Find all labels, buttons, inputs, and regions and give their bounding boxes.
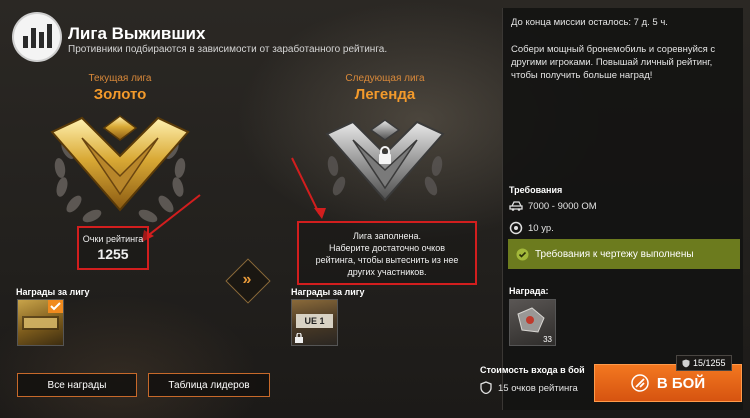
league-full-line: Лига заполнена. bbox=[352, 231, 422, 241]
all-rewards-button[interactable]: Все награды bbox=[17, 373, 137, 397]
requirements-title: Требования bbox=[509, 185, 563, 195]
vehicle-power-icon bbox=[509, 201, 523, 211]
lock-icon bbox=[295, 333, 303, 343]
blueprint-status-text: Требования к чертежу выполнены bbox=[535, 248, 694, 260]
league-full-line: других участников. bbox=[347, 267, 427, 277]
gold-league-emblem-icon bbox=[50, 115, 190, 223]
entry-cost-label: Стоимость входа в бой bbox=[480, 365, 585, 375]
next-league-name: Легенда bbox=[354, 86, 416, 103]
level-icon bbox=[509, 221, 523, 235]
league-full-line: рейтинга, чтобы вытеснить из нее bbox=[315, 255, 459, 265]
league-subtitle: Противники подбираются в зависимости от … bbox=[68, 44, 388, 55]
current-league-label: Текущая лига bbox=[88, 73, 152, 84]
current-reward-tile[interactable] bbox=[17, 299, 64, 346]
arrowhead-right-icon bbox=[314, 208, 326, 219]
league-title: Лига Выживших bbox=[68, 24, 206, 43]
rating-counter-badge: 15/1255 bbox=[676, 355, 732, 371]
battle-emblem-icon bbox=[631, 374, 649, 392]
reward-count: 33 bbox=[543, 335, 552, 344]
reward-label: Награда: bbox=[509, 286, 549, 296]
entry-cost-value: 15 очков рейтинга bbox=[498, 383, 578, 394]
rating-shield-icon bbox=[480, 381, 492, 394]
mission-time-left: До конца миссии осталось: 7 д. 5 ч. bbox=[511, 17, 668, 28]
current-league-name: Золото bbox=[93, 86, 147, 103]
requirement-level: 10 ур. bbox=[528, 223, 554, 234]
leaderboard-button[interactable]: Таблица лидеров bbox=[148, 373, 270, 397]
league-logo bbox=[14, 14, 60, 60]
counter-shield-icon bbox=[682, 359, 690, 367]
rating-label: Очки рейтинга bbox=[82, 234, 144, 244]
current-rewards-label: Награды за лигу bbox=[16, 287, 90, 297]
mission-description: Собери мощный бронемобиль и соревнуйся с… bbox=[511, 44, 716, 81]
mission-reward-tile[interactable]: 33 bbox=[509, 299, 556, 346]
requirement-power: 7000 - 9000 ОМ bbox=[528, 201, 597, 212]
blueprint-requirement-status: Требования к чертежу выполнены bbox=[508, 239, 740, 269]
next-rewards-label: Награды за лигу bbox=[291, 287, 365, 297]
legend-league-emblem-icon bbox=[325, 119, 445, 202]
reward-item-icon bbox=[22, 300, 63, 330]
rating-value: 1255 bbox=[97, 246, 129, 262]
next-league-label: Следующая лига bbox=[345, 73, 425, 84]
next-reward-caption: UE 1 bbox=[296, 314, 333, 328]
league-full-message: Лига заполнена. Наберите достаточно очко… bbox=[297, 221, 477, 285]
double-chevron-right-icon[interactable]: » bbox=[236, 270, 258, 290]
rating-box: Очки рейтинга 1255 bbox=[77, 226, 149, 270]
rating-counter-text: 15/1255 bbox=[693, 358, 726, 368]
league-full-line: Наберите достаточно очков bbox=[328, 243, 446, 253]
next-reward-tile[interactable]: UE 1 bbox=[291, 299, 338, 346]
battle-button-label: В БОЙ bbox=[656, 374, 706, 392]
checkmark-icon bbox=[516, 248, 529, 260]
